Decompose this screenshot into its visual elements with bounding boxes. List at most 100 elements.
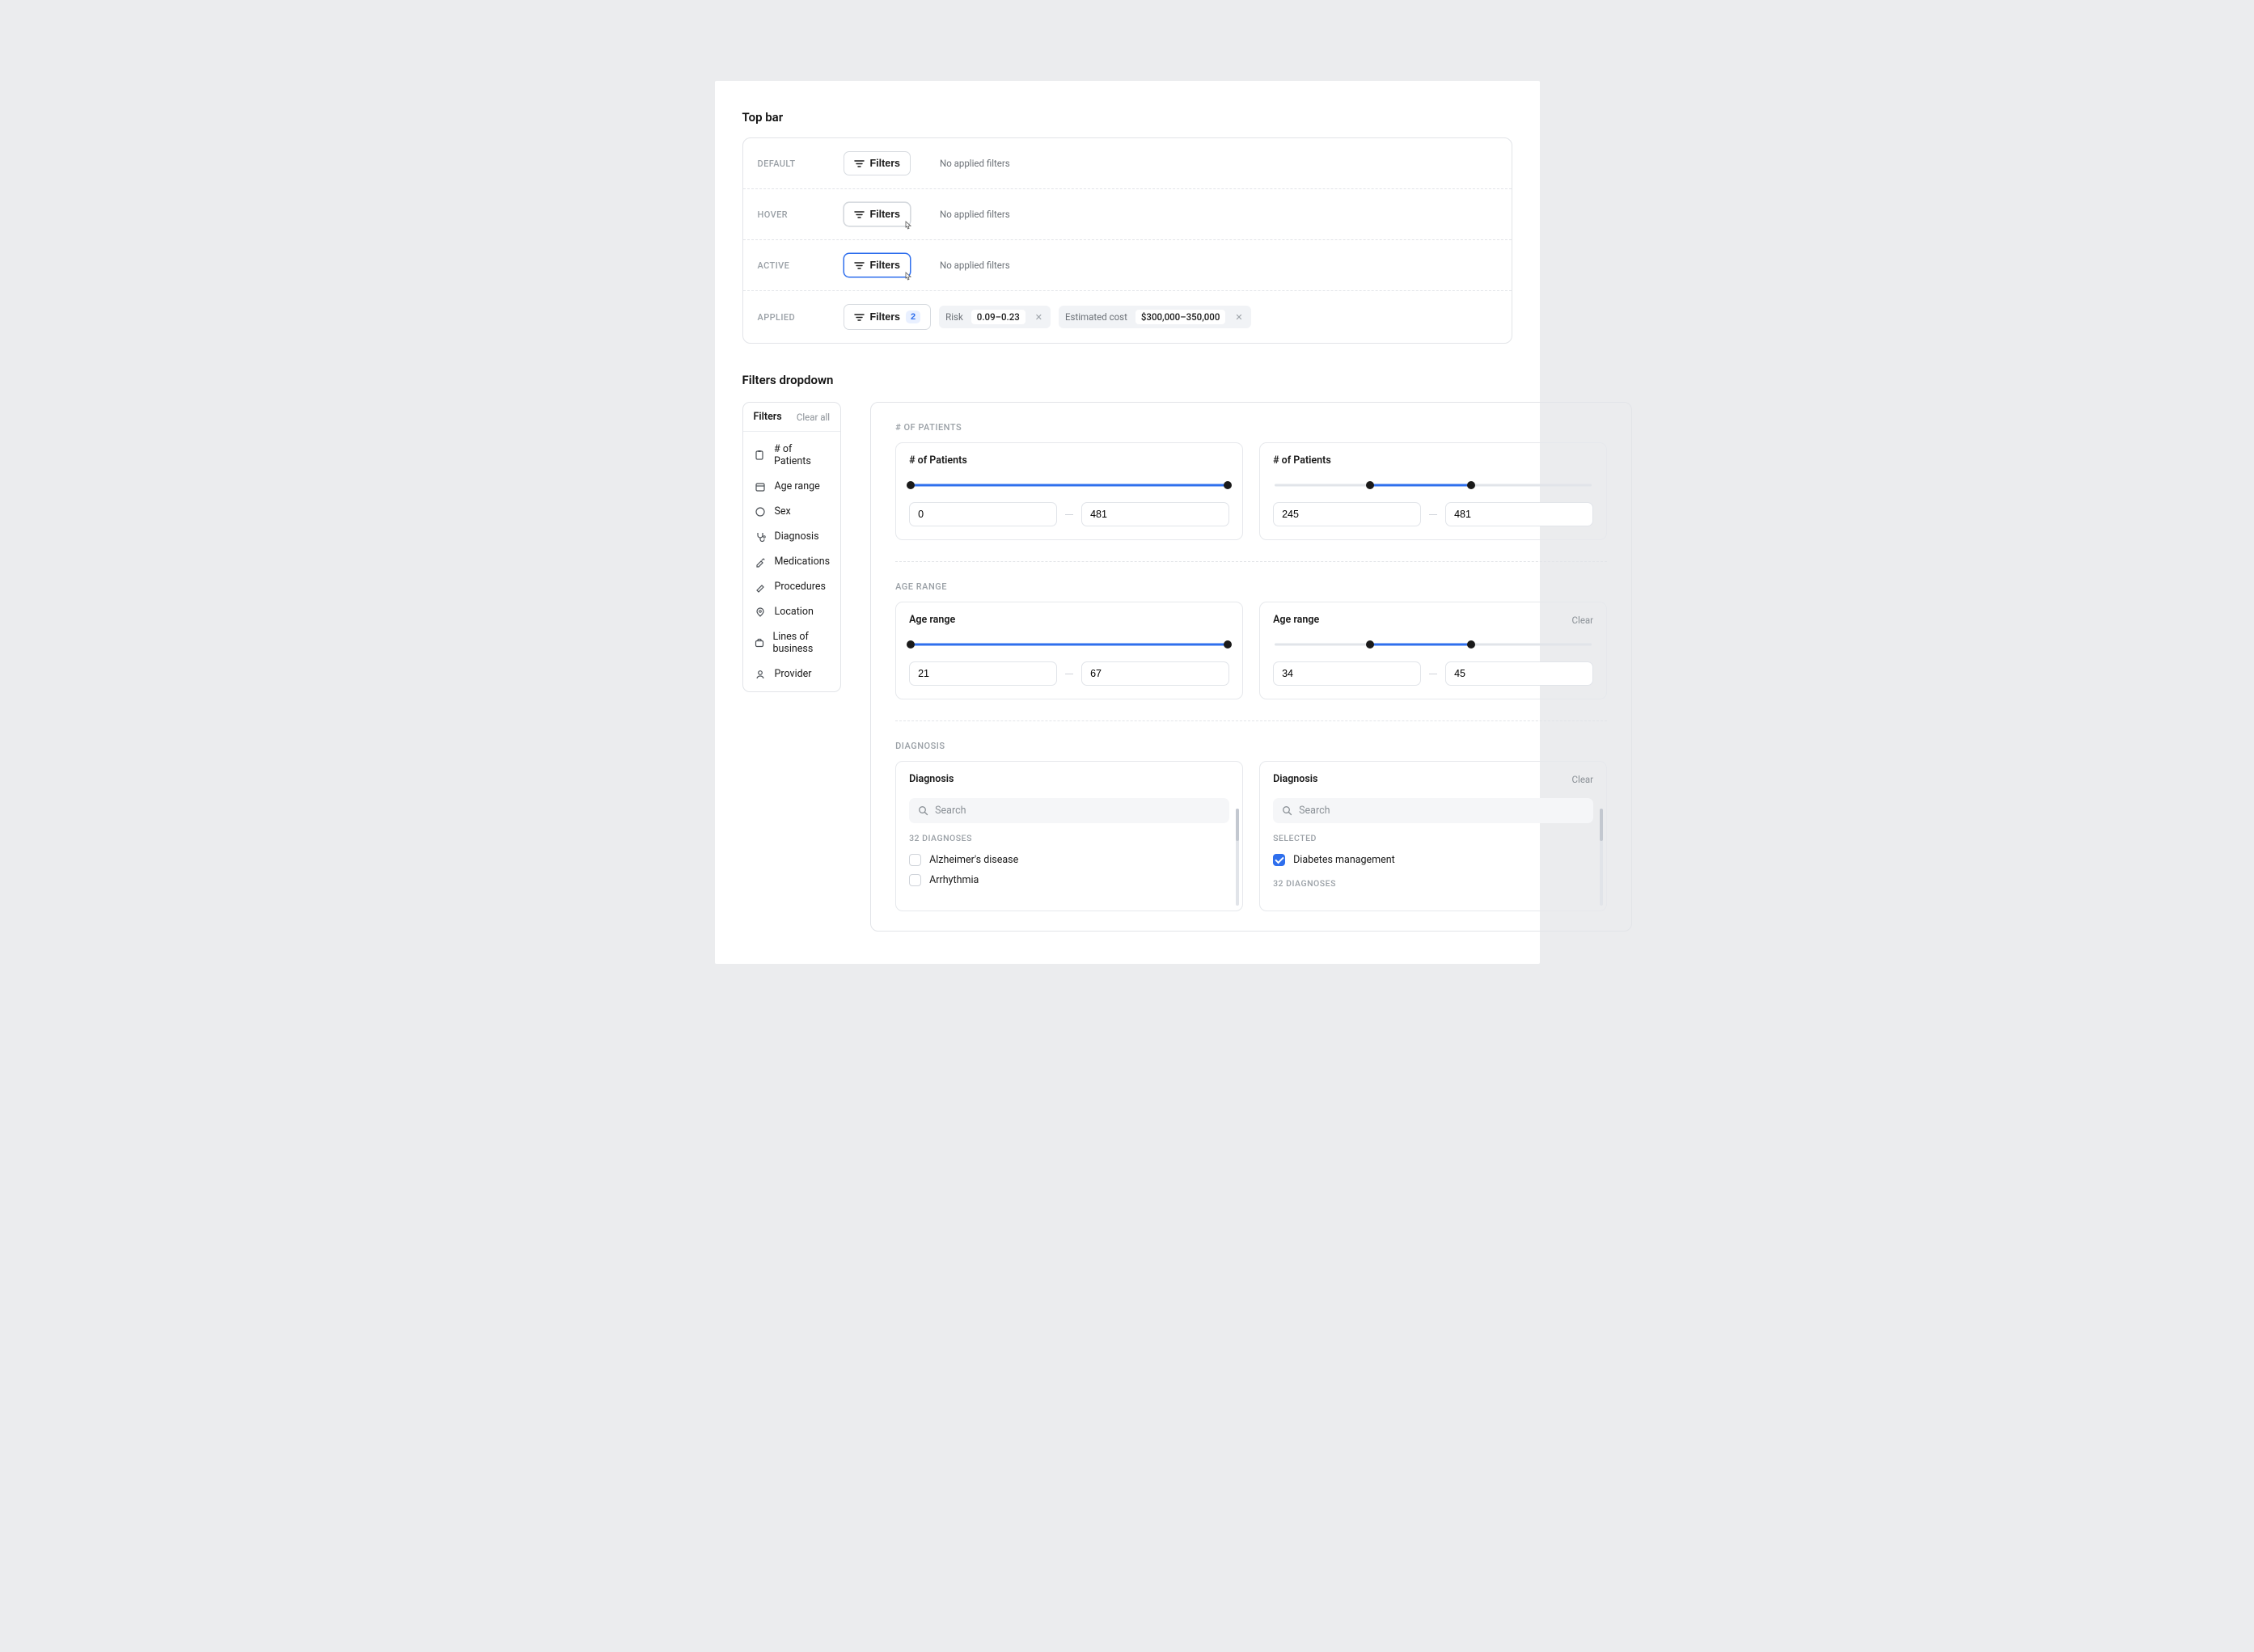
search-icon [918, 805, 928, 816]
slider-handle-min[interactable] [1366, 640, 1374, 649]
checkbox-checked[interactable] [1273, 854, 1285, 866]
dropdown-item-lob[interactable]: Lines of business [743, 624, 841, 661]
slider-handle-max[interactable] [1224, 640, 1232, 649]
checkbox-unchecked[interactable] [909, 874, 921, 886]
diagnosis-selected-head: SELECTED [1273, 833, 1593, 843]
filters-button-active[interactable]: Filters [844, 253, 911, 277]
cursor-pointer-icon [903, 272, 913, 283]
filter-icon [854, 261, 865, 270]
filters-button-applied[interactable]: Filters 2 [844, 304, 932, 330]
diagnosis-option-selected[interactable]: Diabetes management [1273, 850, 1593, 870]
slider-handle-min[interactable] [1366, 481, 1374, 489]
clear-link[interactable]: Clear [1572, 774, 1594, 785]
clipboard-icon [754, 450, 767, 461]
panel-head-patients: # OF PATIENTS [895, 422, 1607, 433]
range-card-patients-full: # of Patients [895, 442, 1243, 540]
dropdown-item-procedures[interactable]: Procedures [743, 574, 841, 599]
range-separator [1065, 514, 1073, 515]
range-slider[interactable] [1275, 639, 1592, 650]
calendar-icon [754, 481, 767, 492]
dropdown-item-medications[interactable]: Medications [743, 549, 841, 574]
filters-button-default[interactable]: Filters [844, 151, 911, 175]
range-input-min[interactable] [1273, 502, 1421, 526]
range-input-max[interactable] [1081, 502, 1229, 526]
diagnosis-list-head: 32 DIAGNOSES [1273, 878, 1593, 889]
state-label-default: DEFAULT [758, 158, 814, 169]
dropdown-item-patients[interactable]: # of Patients [743, 437, 841, 474]
chip-remove-icon[interactable]: ✕ [1233, 312, 1244, 323]
scalpel-icon [754, 581, 767, 593]
filters-dropdown: Filters Clear all # of Patients Age rang… [742, 402, 842, 692]
range-card-title: # of Patients [1273, 454, 1331, 467]
search-placeholder: Search [935, 805, 966, 817]
diagnosis-card-default: Diagnosis Search 32 DIAGNOSES Alzheimer'… [895, 761, 1243, 911]
range-input-min[interactable] [909, 502, 1057, 526]
range-card-age-partial: Age range Clear [1259, 602, 1607, 699]
slider-handle-min[interactable] [907, 481, 915, 489]
stethoscope-icon [754, 531, 767, 543]
clear-all-link[interactable]: Clear all [797, 412, 830, 423]
clear-link[interactable]: Clear [1572, 615, 1594, 626]
circle-icon [754, 506, 767, 518]
range-card-title: Age range [1273, 614, 1319, 626]
range-input-min[interactable] [1273, 661, 1421, 686]
diagnosis-option-label: Diabetes management [1293, 854, 1395, 866]
dropdown-item-label: Medications [775, 556, 831, 568]
applied-chip-cost: Estimated cost $300,000–350,000 ✕ [1059, 306, 1251, 328]
dropdown-item-sex[interactable]: Sex [743, 499, 841, 524]
diagnosis-list-head: 32 DIAGNOSES [909, 833, 1229, 843]
chip-label: Risk [945, 311, 963, 323]
cursor-pointer-icon [903, 221, 913, 232]
range-slider[interactable] [911, 639, 1228, 650]
diagnosis-option[interactable]: Alzheimer's disease [909, 850, 1229, 870]
filters-button-hover[interactable]: Filters [844, 202, 911, 226]
slider-handle-max[interactable] [1467, 481, 1475, 489]
range-card-patients-partial: # of Patients [1259, 442, 1607, 540]
diagnosis-card-title: Diagnosis [1273, 773, 1317, 785]
range-slider[interactable] [911, 480, 1228, 491]
range-input-max[interactable] [1445, 661, 1593, 686]
no-applied-text: No applied filters [940, 260, 1010, 271]
dropdown-item-label: Sex [775, 505, 791, 518]
dropdown-item-label: Location [775, 606, 814, 618]
location-icon [754, 606, 767, 618]
topbar-spec-container: DEFAULT Filters No applied filters HOVER… [742, 137, 1512, 344]
search-icon [1282, 805, 1292, 816]
user-icon [754, 669, 767, 680]
diagnosis-card-selected: Diagnosis Clear Search SELECTED Diabetes… [1259, 761, 1607, 911]
panel-head-age: AGE RANGE [895, 581, 1607, 592]
dropdown-item-location[interactable]: Location [743, 599, 841, 624]
range-separator [1429, 514, 1437, 515]
diagnosis-search-input[interactable]: Search [909, 798, 1229, 823]
slider-handle-max[interactable] [1467, 640, 1475, 649]
chip-remove-icon[interactable]: ✕ [1034, 312, 1044, 323]
dropdown-item-label: Diagnosis [775, 530, 819, 543]
range-input-min[interactable] [909, 661, 1057, 686]
briefcase-icon [754, 637, 765, 649]
dropdown-item-label: Lines of business [773, 631, 831, 655]
range-input-max[interactable] [1081, 661, 1229, 686]
diagnosis-option-label: Alzheimer's disease [929, 854, 1018, 866]
dropdown-item-label: Provider [775, 668, 812, 680]
slider-handle-max[interactable] [1224, 481, 1232, 489]
filter-icon [854, 159, 865, 168]
checkbox-unchecked[interactable] [909, 854, 921, 866]
chip-value: 0.09–0.23 [971, 310, 1026, 324]
slider-handle-min[interactable] [907, 640, 915, 649]
scrollbar[interactable] [1600, 809, 1603, 906]
dropdown-title: Filters [754, 411, 782, 423]
dropdown-item-age[interactable]: Age range [743, 474, 841, 499]
panel-head-diagnosis: DIAGNOSIS [895, 741, 1607, 751]
filter-icon [854, 210, 865, 219]
dropdown-item-label: Procedures [775, 581, 826, 593]
range-input-max[interactable] [1445, 502, 1593, 526]
diagnosis-option[interactable]: Arrhythmia [909, 870, 1229, 890]
range-card-age-full: Age range [895, 602, 1243, 699]
dropdown-item-provider[interactable]: Provider [743, 661, 841, 687]
scrollbar[interactable] [1236, 809, 1239, 906]
no-applied-text: No applied filters [940, 158, 1010, 169]
diagnosis-search-input[interactable]: Search [1273, 798, 1593, 823]
range-slider[interactable] [1275, 480, 1592, 491]
filter-icon [854, 313, 865, 322]
dropdown-item-diagnosis[interactable]: Diagnosis [743, 524, 841, 549]
